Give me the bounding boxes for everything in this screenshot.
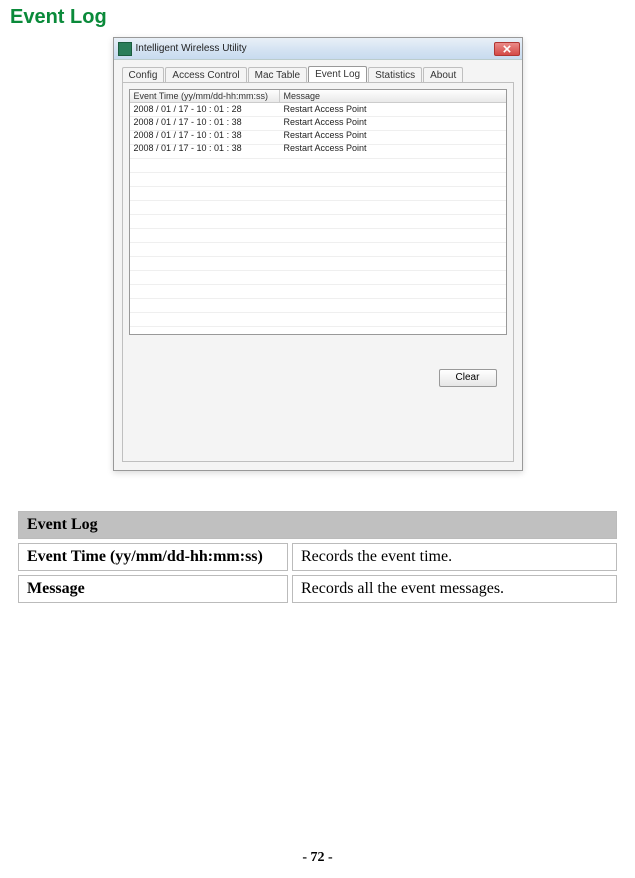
table-row[interactable]: 2008 / 01 / 17 - 10 : 01 : 38Restart Acc… [130, 129, 506, 142]
close-button[interactable] [494, 42, 520, 56]
tab-statistics[interactable]: Statistics [368, 67, 422, 83]
tab-config[interactable]: Config [122, 67, 165, 83]
cell-message: Restart Access Point [280, 103, 506, 116]
cell-message: Restart Access Point [280, 129, 506, 142]
tab-panel-event-log: Event Time (yy/mm/dd-hh:mm:ss) Message 2… [122, 82, 514, 462]
page-number: - 72 - [0, 850, 635, 866]
table-row[interactable]: 2008 / 01 / 17 - 10 : 01 : 38Restart Acc… [130, 142, 506, 155]
clear-button[interactable]: Clear [439, 369, 497, 387]
desc-key: Message [18, 575, 288, 603]
section-title: Event Log [10, 6, 625, 29]
titlebar: Intelligent Wireless Utility [114, 38, 522, 60]
table-row[interactable]: 2008 / 01 / 17 - 10 : 01 : 38Restart Acc… [130, 116, 506, 129]
cell-message: Restart Access Point [280, 116, 506, 129]
tab-mac-table[interactable]: Mac Table [248, 67, 307, 83]
tabs: ConfigAccess ControlMac TableEvent LogSt… [114, 60, 522, 82]
app-icon [118, 42, 132, 56]
desc-value: Records all the event messages. [292, 575, 617, 603]
close-icon [503, 45, 511, 53]
cell-message: Restart Access Point [280, 142, 506, 155]
cell-time: 2008 / 01 / 17 - 10 : 01 : 38 [130, 116, 280, 129]
tab-access-control[interactable]: Access Control [165, 67, 246, 83]
desc-value: Records the event time. [292, 543, 617, 571]
column-header-time[interactable]: Event Time (yy/mm/dd-hh:mm:ss) [130, 90, 280, 102]
listview-header: Event Time (yy/mm/dd-hh:mm:ss) Message [130, 90, 506, 103]
listview-body: 2008 / 01 / 17 - 10 : 01 : 28Restart Acc… [130, 103, 506, 333]
tab-about[interactable]: About [423, 67, 463, 83]
utility-dialog: Intelligent Wireless Utility ConfigAcces… [113, 37, 523, 471]
cell-time: 2008 / 01 / 17 - 10 : 01 : 28 [130, 103, 280, 116]
cell-time: 2008 / 01 / 17 - 10 : 01 : 38 [130, 142, 280, 155]
tab-event-log[interactable]: Event Log [308, 66, 367, 82]
cell-time: 2008 / 01 / 17 - 10 : 01 : 38 [130, 129, 280, 142]
event-listview[interactable]: Event Time (yy/mm/dd-hh:mm:ss) Message 2… [129, 89, 507, 335]
desc-key: Event Time (yy/mm/dd-hh:mm:ss) [18, 543, 288, 571]
column-header-message[interactable]: Message [280, 90, 494, 102]
description-header: Event Log [18, 511, 617, 539]
description-table: Event Log Event Time (yy/mm/dd-hh:mm:ss)… [14, 507, 621, 607]
window-title: Intelligent Wireless Utility [136, 43, 494, 54]
scroll-padding [494, 90, 506, 102]
table-row[interactable]: 2008 / 01 / 17 - 10 : 01 : 28Restart Acc… [130, 103, 506, 116]
